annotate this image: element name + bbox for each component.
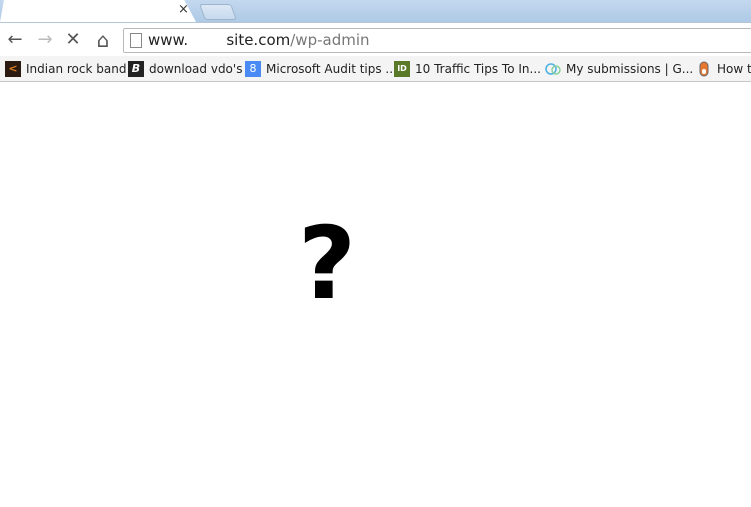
bookmark-label: My submissions | G... — [566, 61, 694, 76]
title-bar: × — [0, 0, 751, 22]
back-icon[interactable]: ← — [4, 29, 26, 51]
b-logo-icon: B — [128, 60, 144, 77]
new-tab-button[interactable] — [199, 4, 237, 20]
unknown-content-question-mark: ? — [298, 205, 357, 322]
id-icon: ID — [394, 60, 410, 77]
url-path: /wp-admin — [290, 31, 370, 49]
pill-icon — [696, 61, 712, 77]
bookmark-my-submissions[interactable]: My submissions | G... — [545, 60, 693, 77]
bookmark-indian-rock-band[interactable]: < Indian rock band — [5, 60, 126, 77]
bookmark-label: download vdo's — [149, 61, 243, 76]
bookmark-traffic-tips[interactable]: ID 10 Traffic Tips To In... — [394, 60, 541, 77]
page-icon — [130, 33, 142, 48]
tab-close-icon[interactable]: × — [178, 2, 189, 17]
toolbar: ← → ✕ ⌂ www. site.com/wp-admin — [0, 22, 751, 57]
bookmark-label: 10 Traffic Tips To In... — [415, 61, 541, 76]
bookmark-download-vdos[interactable]: B download vdo's — [128, 60, 242, 77]
circles-icon — [545, 61, 561, 77]
bookmark-microsoft-audit[interactable]: 8 Microsoft Audit tips ... — [245, 60, 397, 77]
address-bar[interactable]: www. site.com/wp-admin — [123, 28, 751, 53]
bookmarks-bar: < Indian rock band B download vdo's 8 Mi… — [0, 56, 751, 82]
forward-icon[interactable]: → — [34, 29, 56, 51]
bookmark-label: Indian rock band — [26, 61, 127, 76]
url-text: www. site.com/wp-admin — [148, 31, 370, 49]
home-icon[interactable]: ⌂ — [92, 29, 114, 51]
rock-band-icon: < — [5, 60, 21, 77]
active-tab[interactable] — [0, 0, 196, 22]
bookmark-label: Microsoft Audit tips ... — [266, 61, 397, 76]
bookmark-how-to[interactable]: How to — [696, 60, 751, 77]
stop-icon[interactable]: ✕ — [62, 29, 84, 51]
bookmark-label: How to — [717, 61, 751, 76]
google-8-icon: 8 — [245, 60, 261, 77]
url-domain: www. site.com — [148, 31, 291, 49]
